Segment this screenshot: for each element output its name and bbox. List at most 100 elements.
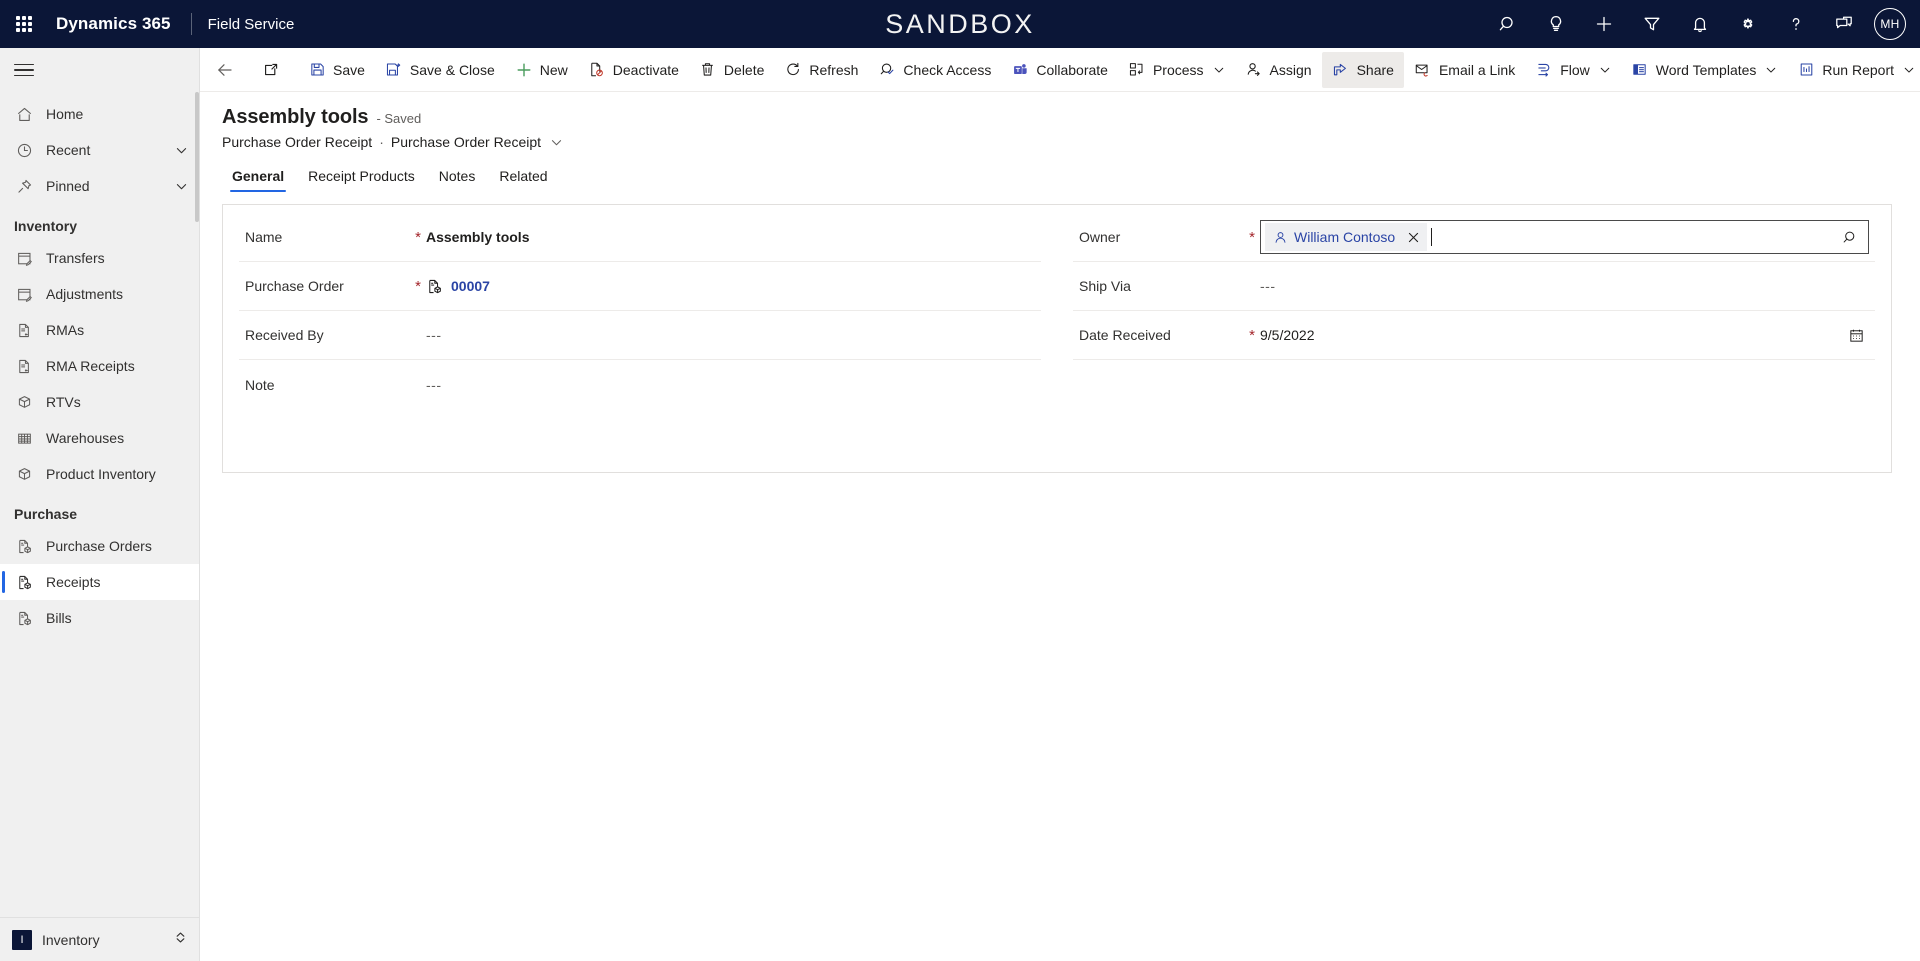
chevron-down-icon[interactable] <box>1903 64 1915 76</box>
sidebar-item-purchase-orders[interactable]: Purchase Orders <box>0 528 199 564</box>
sidebar-item-rtvs[interactable]: RTVs <box>0 384 199 420</box>
chevron-down-icon[interactable] <box>173 144 189 157</box>
tab-receipt-products[interactable]: Receipt Products <box>298 162 425 194</box>
page-title: Assembly tools <box>222 106 369 128</box>
gear-icon[interactable] <box>1724 0 1772 48</box>
save-and-close-button-label: Save & Close <box>409 61 495 78</box>
chevron-down-icon[interactable] <box>173 180 189 193</box>
field-row-filler <box>239 409 1041 458</box>
sidebar-group-inventory: Inventory <box>14 218 78 234</box>
ship-via-field-value[interactable]: --- <box>1260 278 1869 294</box>
sidebar-item-warehouses[interactable]: Warehouses <box>0 420 199 456</box>
area-switcher-label: Inventory <box>42 931 100 948</box>
breadcrumb-form[interactable]: Purchase Order Receipt <box>391 134 541 150</box>
sidebar-item-label: Transfers <box>46 250 105 266</box>
name-field-value[interactable]: Assembly tools <box>426 229 1035 245</box>
delete-button[interactable]: Delete <box>689 52 774 88</box>
sidebar-item-transfers[interactable]: Transfers <box>0 240 199 276</box>
tab-notes[interactable]: Notes <box>429 162 486 194</box>
sidebar-item-rmas[interactable]: RMAs <box>0 312 199 348</box>
question-icon[interactable] <box>1772 0 1820 48</box>
breadcrumb-entity[interactable]: Purchase Order Receipt <box>222 134 372 150</box>
sidebar-item-label: RMAs <box>46 322 85 338</box>
area-switcher[interactable]: I Inventory <box>0 917 199 961</box>
sidebar-item-receipts[interactable]: Receipts <box>0 564 199 600</box>
flow-icon <box>1535 61 1553 79</box>
chevron-updown-icon[interactable] <box>174 931 187 949</box>
assign-button[interactable]: Assign <box>1235 52 1322 88</box>
feedback-icon[interactable] <box>1820 0 1868 48</box>
bell-icon[interactable] <box>1676 0 1724 48</box>
email-a-link-button[interactable]: Email a Link <box>1404 52 1525 88</box>
tab-label: General <box>232 168 285 184</box>
record-title-row: Assembly tools - Saved <box>222 106 1920 129</box>
chevron-down-icon[interactable] <box>1765 64 1777 76</box>
flow-button-label: Flow <box>1560 61 1590 78</box>
field-row-note: Note --- <box>239 360 1041 409</box>
date-received-field-value[interactable]: 9/5/2022 <box>1260 327 1843 343</box>
collaborate-button[interactable]: Collaborate <box>1001 52 1118 88</box>
word-templates-button[interactable]: Word Templates <box>1621 52 1788 88</box>
sidebar-item-label: RTVs <box>46 394 81 410</box>
document-box-icon <box>426 278 443 295</box>
received-by-field-value[interactable]: --- <box>426 327 1035 343</box>
tab-label: Related <box>499 168 548 184</box>
process-icon <box>1128 61 1146 79</box>
share-button-label: Share <box>1356 61 1394 78</box>
search-icon[interactable] <box>1834 222 1866 252</box>
sidebar-item-home[interactable]: Home <box>0 96 199 132</box>
tab-related[interactable]: Related <box>489 162 557 194</box>
sidebar-item-adjustments[interactable]: Adjustments <box>0 276 199 312</box>
app-launcher-icon[interactable] <box>0 0 48 48</box>
back-button[interactable] <box>206 52 244 88</box>
note-field-value[interactable]: --- <box>426 377 1035 393</box>
sidebar-item-pinned[interactable]: Pinned <box>0 168 199 204</box>
open-new-window-button[interactable] <box>252 52 290 88</box>
app-name-label[interactable]: Field Service <box>208 16 295 33</box>
tab-label: Notes <box>438 168 476 184</box>
share-icon <box>1332 61 1350 79</box>
chevron-down-icon[interactable] <box>1599 64 1611 76</box>
text-caret <box>1431 228 1433 246</box>
filter-icon[interactable] <box>1628 0 1676 48</box>
command-bar: Save Save & Close New Deactivate Delete … <box>200 48 1920 92</box>
sidebar-item-label: Product Inventory <box>46 466 156 482</box>
sidebar-item-bills[interactable]: Bills <box>0 600 199 636</box>
new-button[interactable]: New <box>505 52 578 88</box>
check-access-button[interactable]: Check Access <box>868 52 1001 88</box>
avatar[interactable]: MH <box>1874 8 1906 40</box>
deactivate-button[interactable]: Deactivate <box>578 52 689 88</box>
run-report-button[interactable]: Run Report <box>1787 52 1920 88</box>
purchase-order-field-value[interactable]: 00007 <box>426 278 1035 295</box>
calendar-icon[interactable] <box>1843 327 1869 344</box>
refresh-button[interactable]: Refresh <box>774 52 868 88</box>
purchase-order-link[interactable]: 00007 <box>451 278 490 294</box>
plus-icon[interactable] <box>1580 0 1628 48</box>
waffle-grid <box>16 16 32 32</box>
close-icon[interactable] <box>1401 225 1425 249</box>
hamburger-icon[interactable] <box>0 48 199 92</box>
sandbox-label: SANDBOX <box>885 8 1035 39</box>
chevron-down-icon[interactable] <box>550 136 563 149</box>
brand-title[interactable]: Dynamics 365 <box>48 14 175 34</box>
flow-button[interactable]: Flow <box>1525 52 1621 88</box>
field-row-owner: Owner * William Contoso <box>1073 213 1875 262</box>
form-column-left: Name * Assembly tools Purchase Order * 0… <box>223 213 1057 458</box>
process-button-label: Process <box>1152 61 1204 78</box>
lightbulb-icon[interactable] <box>1532 0 1580 48</box>
sidebar-item-product-inventory[interactable]: Product Inventory <box>0 456 199 492</box>
sidebar-item-rma-receipts[interactable]: RMA Receipts <box>0 348 199 384</box>
owner-lookup-input[interactable]: William Contoso <box>1260 220 1869 254</box>
owner-chip[interactable]: William Contoso <box>1265 223 1428 251</box>
sidebar-item-recent[interactable]: Recent <box>0 132 199 168</box>
run-report-button-label: Run Report <box>1822 61 1894 78</box>
save-and-close-button[interactable]: Save & Close <box>375 52 505 88</box>
popout-icon <box>262 61 280 79</box>
empty-value: --- <box>426 327 442 343</box>
share-button[interactable]: Share <box>1321 51 1404 88</box>
tab-general[interactable]: General <box>222 162 294 194</box>
chevron-down-icon[interactable] <box>1213 64 1225 76</box>
process-button[interactable]: Process <box>1118 52 1235 88</box>
search-icon[interactable] <box>1484 0 1532 48</box>
save-button[interactable]: Save <box>298 52 375 88</box>
